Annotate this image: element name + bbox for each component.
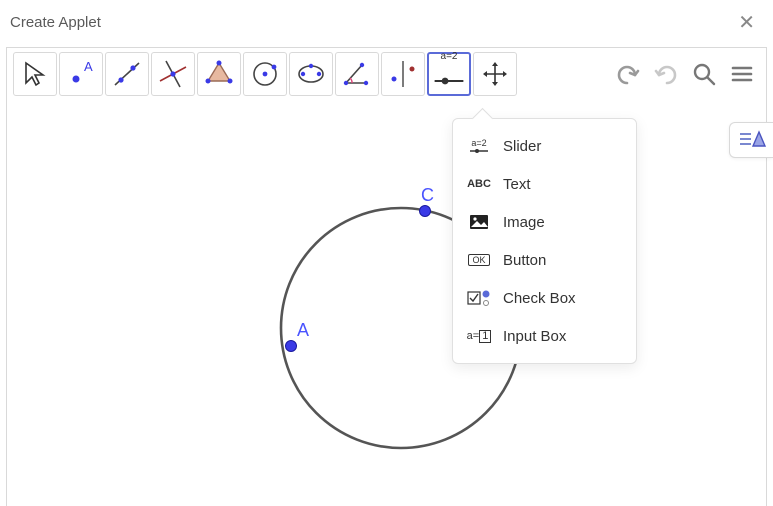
redo-button[interactable] <box>648 56 684 92</box>
graphics-view[interactable]: AC <box>6 96 767 506</box>
dropdown-item-label: Image <box>503 214 545 231</box>
point-tool[interactable]: A <box>59 52 103 96</box>
reflect-tool[interactable] <box>381 52 425 96</box>
slider-icon: a=2 <box>467 136 491 156</box>
dropdown-item-checkbox[interactable]: Check Box <box>453 279 636 317</box>
dropdown-item-image[interactable]: Image <box>453 203 636 241</box>
move-tool[interactable] <box>13 52 57 96</box>
menu-button[interactable] <box>724 56 760 92</box>
button-icon: OK <box>467 250 491 270</box>
ellipse-tool[interactable] <box>289 52 333 96</box>
dropdown-item-slider[interactable]: a=2 Slider <box>453 127 636 165</box>
line-tool[interactable] <box>105 52 149 96</box>
toolbar: A a=2 <box>6 47 767 101</box>
slider-tool[interactable]: a=2 <box>427 52 471 96</box>
search-button[interactable] <box>686 56 722 92</box>
dropdown-item-text[interactable]: ABC Text <box>453 165 636 203</box>
move-graphics-tool[interactable] <box>473 52 517 96</box>
svg-text:A: A <box>84 59 93 74</box>
inputbox-icon: a=1 <box>467 326 491 346</box>
close-icon[interactable]: ✕ <box>732 8 761 37</box>
page-title: Create Applet <box>10 14 101 31</box>
style-bar-toggle[interactable] <box>729 122 773 158</box>
image-icon <box>467 212 491 232</box>
dropdown-item-label: Input Box <box>503 328 566 345</box>
canvas-svg: AC <box>7 96 767 506</box>
circle-tool[interactable] <box>243 52 287 96</box>
perpendicular-tool[interactable] <box>151 52 195 96</box>
text-icon: ABC <box>467 174 491 194</box>
titlebar: Create Applet ✕ <box>0 0 773 47</box>
polygon-tool[interactable] <box>197 52 241 96</box>
dropdown-item-label: Button <box>503 252 546 269</box>
dropdown-item-inputbox[interactable]: a=1 Input Box <box>453 317 636 355</box>
dropdown-item-label: Slider <box>503 138 541 155</box>
undo-button[interactable] <box>610 56 646 92</box>
angle-tool[interactable] <box>335 52 379 96</box>
dropdown-item-button[interactable]: OK Button <box>453 241 636 279</box>
point-label-C: C <box>421 185 434 205</box>
point-A[interactable]: A <box>286 320 310 352</box>
point-label-A: A <box>297 320 309 340</box>
dropdown-item-label: Text <box>503 176 531 193</box>
dropdown-item-label: Check Box <box>503 290 576 307</box>
slider-tool-icon: a=2 <box>432 51 466 98</box>
checkbox-icon <box>467 288 491 308</box>
slider-tool-dropdown: a=2 Slider ABC Text Image OK Button Chec… <box>452 118 637 364</box>
